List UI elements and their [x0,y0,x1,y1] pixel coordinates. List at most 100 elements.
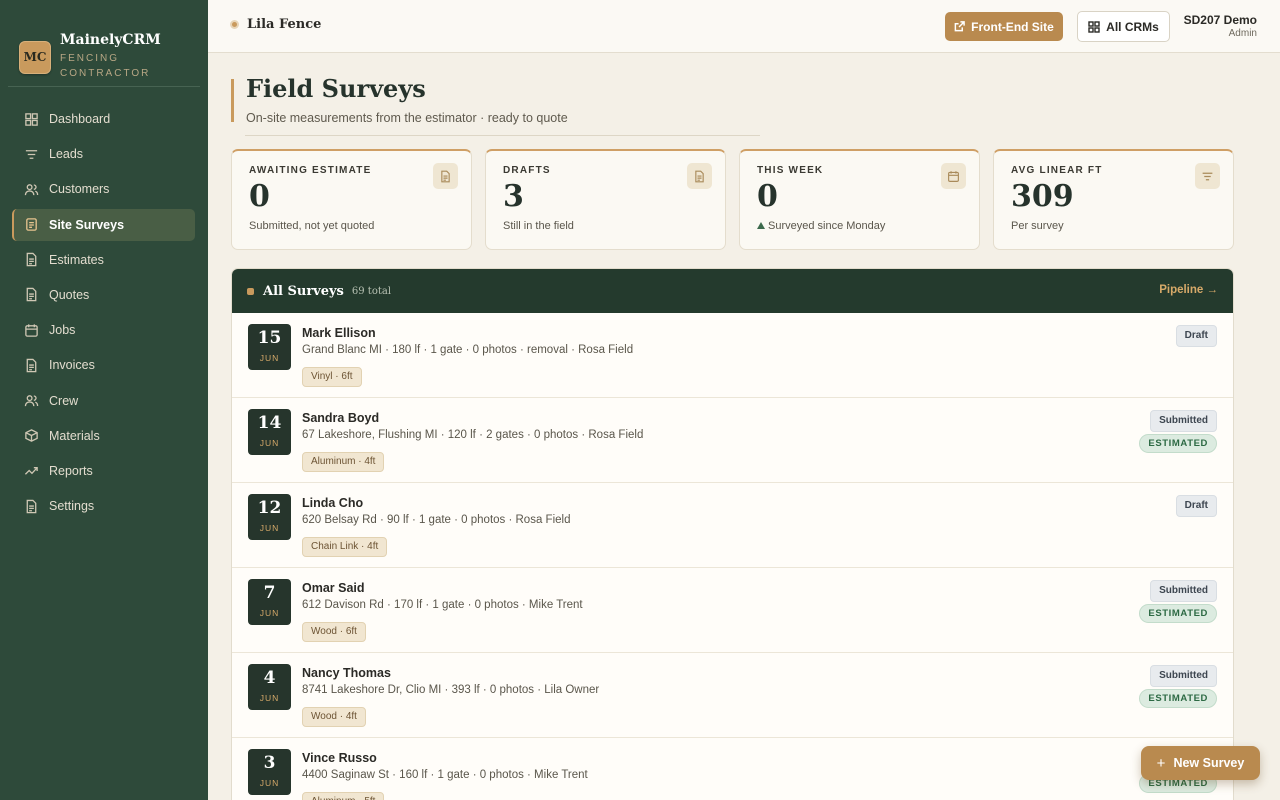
status-badge: Submitted [1150,410,1217,432]
stat-note: Surveyed since Monday [757,220,979,232]
date-day: 7 [263,583,276,603]
customer-name[interactable]: Nancy Thomas [302,666,391,680]
sidebar-item-customers[interactable]: Customers [12,173,195,205]
document-icon [26,288,37,302]
sidebar: MC MainelyCRM FENCING CONTRACTOR Dashboar… [0,0,208,800]
users-icon [24,395,39,407]
survey-row[interactable]: 14 JUN Sandra Boyd 67 Lakeshore, Flushing M… [232,398,1233,483]
surveys-title: All Surveys [263,283,344,299]
sidebar-nav: Dashboard Leads Customers Site Surveys Estim… [12,103,195,525]
grid-icon [25,112,38,126]
customer-name[interactable]: Omar Said [302,581,365,595]
new-survey-button[interactable]: + New Survey [1141,746,1260,780]
plus-icon: + [1156,754,1166,772]
sidebar-item-label: Crew [49,393,79,408]
brand[interactable]: MC MainelyCRM FENCING CONTRACTOR [0,0,208,86]
pipeline-link[interactable]: Pipeline → [1159,284,1218,296]
survey-row[interactable]: 12 JUN Linda Cho 620 Belsay Rd · 90 lf · 1 … [232,483,1233,568]
date-badge: 14 JUN [248,409,291,455]
status-badge: Draft [1175,325,1217,347]
sidebar-divider [8,86,200,87]
user-menu[interactable]: SD207 Demo Admin [1184,13,1257,39]
document-icon [441,170,450,182]
sidebar-item-settings[interactable]: Settings [12,490,195,522]
status-badge: Draft [1175,495,1217,517]
sidebar-item-label: Leads [49,147,84,162]
survey-details: 620 Belsay Rd · 90 lf · 1 gate · 0 photo… [302,514,571,526]
customer-name[interactable]: Mark Ellison [302,326,376,340]
sidebar-item-reports[interactable]: Reports [12,455,195,487]
trending-icon [24,467,38,476]
front-end-site-button[interactable]: Front-End Site [945,12,1063,41]
sidebar-item-label: Customers [49,182,110,197]
user-name: SD207 Demo [1183,13,1257,27]
sidebar-item-jobs[interactable]: Jobs [12,314,195,346]
sidebar-item-estimates[interactable]: Estimates [12,244,195,276]
sidebar-item-crew[interactable]: Crew [12,385,195,417]
grid-icon [1088,20,1100,33]
status-dot-icon [230,20,239,29]
topbar: Lila Fence Front-End Site All CRMs SD207… [208,0,1280,53]
survey-row[interactable]: 15 JUN Mark Ellison Grand Blanc MI · 180 lf… [232,313,1233,398]
sidebar-item-label: Reports [49,463,93,478]
sidebar-item-label: Invoices [49,358,95,373]
stat-note: Submitted, not yet quoted [249,220,375,232]
date-badge: 4 JUN [248,664,291,710]
customer-name[interactable]: Vince Russo [302,751,377,765]
sidebar-item-label: Jobs [49,323,76,338]
survey-row[interactable]: 4 JUN Nancy Thomas 8741 Lakeshore Dr, Clio … [232,653,1233,738]
status-badge: Submitted [1150,580,1217,602]
filter-icon [1202,172,1213,180]
document-icon [26,499,37,513]
survey-row[interactable]: 3 JUN Vince Russo 4400 Saginaw St · 160 lf … [232,738,1233,800]
survey-row[interactable]: 7 JUN Omar Said 612 Davison Rd · 170 lf · 1… [232,568,1233,653]
date-badge: 15 JUN [248,324,291,370]
sidebar-item-dashboard[interactable]: Dashboard [12,103,195,135]
new-survey-label: New Survey [1173,756,1245,770]
survey-details: 67 Lakeshore, Flushing MI · 120 lf · 2 g… [302,429,644,441]
date-day: 14 [257,413,282,433]
stat-card-awaiting-estimate: AWAITING ESTIMATE 0 Submitted, not yet quo… [231,149,472,250]
survey-details: 4400 Saginaw St · 160 lf · 1 gate · 0 ph… [302,769,588,781]
stat-note: Per survey [1011,220,1064,232]
date-day: 3 [263,753,276,773]
date-badge: 12 JUN [248,494,291,540]
page-header: Field Surveys On-site measurements from … [231,77,568,125]
brand-logo: MC [19,40,51,74]
breadcrumb[interactable]: Lila Fence [230,17,321,32]
header-divider [245,135,760,136]
sidebar-item-quotes[interactable]: Quotes [12,279,195,311]
status-badge: Submitted [1150,665,1217,687]
breadcrumb-label: Lila Fence [247,17,322,32]
stat-icon-badge [687,163,712,189]
customer-name[interactable]: Sandra Boyd [302,411,379,425]
sidebar-item-label: Settings [49,499,95,514]
date-badge: 7 JUN [248,579,291,625]
calendar-icon [25,324,38,337]
external-link-icon [954,21,965,32]
date-month: JUN [259,778,280,788]
all-crms-button[interactable]: All CRMs [1077,11,1170,42]
sidebar-item-label: Site Surveys [49,217,125,232]
document-icon [26,358,37,373]
up-triangle-icon [757,222,765,229]
sidebar-item-materials[interactable]: Materials [12,420,195,452]
sidebar-item-label: Dashboard [49,112,111,126]
date-day: 4 [263,668,276,688]
date-month: JUN [259,608,280,618]
stat-card-drafts: DRAFTS 3 Still in the field [485,149,726,250]
sidebar-item-label: Materials [49,428,100,443]
date-day: 15 [257,328,282,348]
material-tag: Chain Link · 4ft [302,537,388,557]
stat-icon-badge [941,163,966,189]
estimated-badge: ESTIMATED [1139,604,1217,623]
date-month: JUN [259,523,280,533]
customer-name[interactable]: Linda Cho [302,496,363,510]
user-role: Admin [1228,28,1257,39]
material-tag: Aluminum · 5ft [302,792,385,800]
surveys-panel-header: All Surveys 69 total Pipeline → [232,269,1233,313]
sidebar-item-leads[interactable]: Leads [12,138,195,170]
sidebar-item-invoices[interactable]: Invoices [12,349,195,381]
sidebar-item-site-surveys[interactable]: Site Surveys [12,208,195,241]
stat-note: Still in the field [503,220,574,232]
